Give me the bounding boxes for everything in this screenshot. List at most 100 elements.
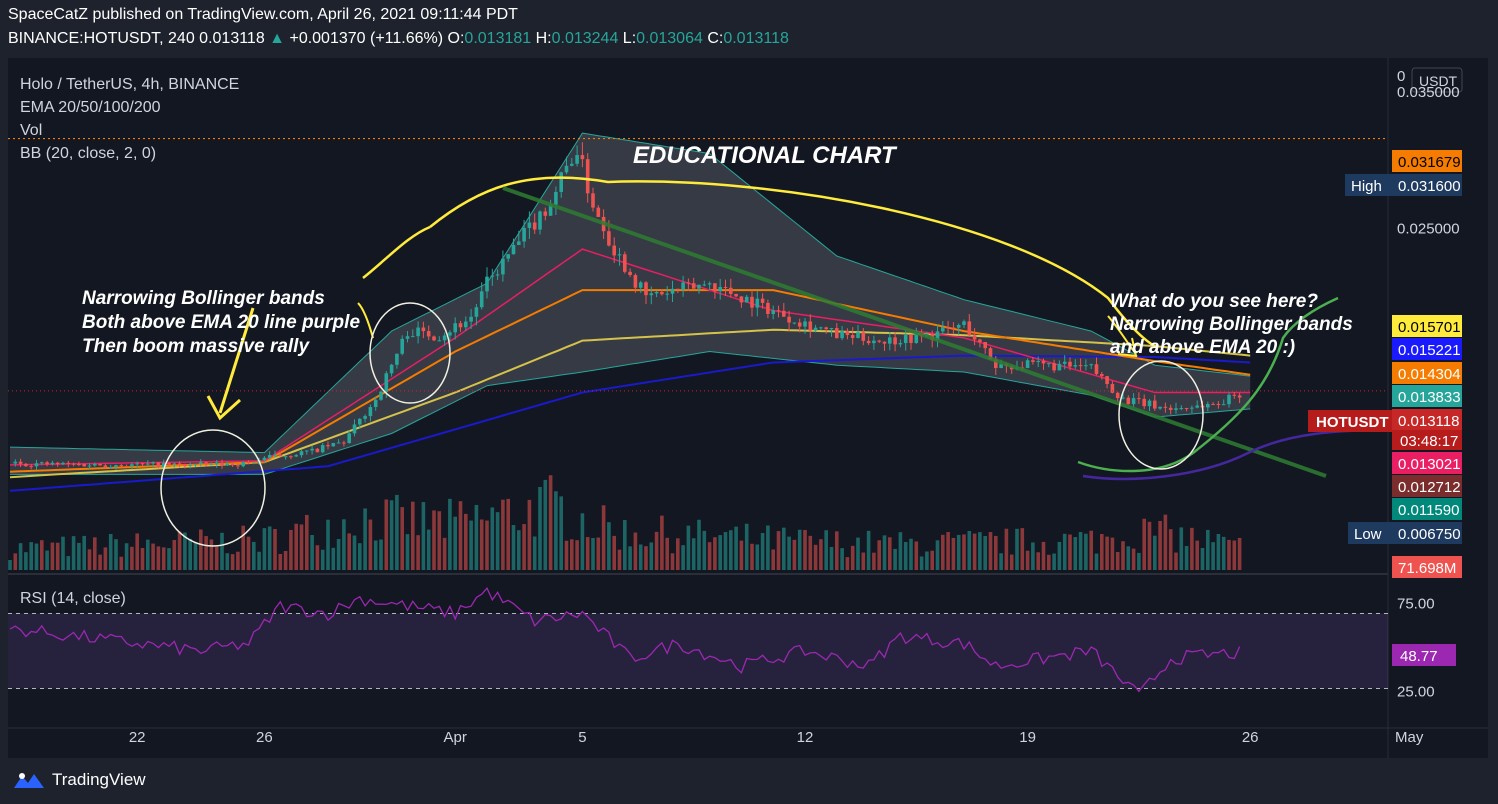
candle-body [835, 328, 839, 339]
candle-body [1089, 364, 1093, 366]
candle-body [787, 316, 791, 323]
volume-bar [1062, 533, 1067, 570]
candle-body [511, 244, 516, 255]
candle-body [400, 338, 404, 354]
volume-bar [464, 513, 468, 570]
volume-bar [1195, 540, 1199, 570]
candle-body [888, 337, 892, 344]
candle-body [220, 462, 224, 466]
candle-body [18, 461, 23, 464]
rsi-upper-tick: 75.00 [1397, 596, 1435, 613]
volume-bar [432, 510, 436, 570]
chart-container[interactable]: EDUCATIONAL CHART Narrowing Bollinger ban… [8, 58, 1488, 758]
volume-bar [994, 535, 998, 570]
candle-body [803, 321, 807, 327]
volume-bar [13, 553, 18, 570]
volume-bar [612, 535, 616, 570]
candle-body [585, 159, 590, 194]
candle-body [1232, 394, 1237, 396]
price-tag-value: 0.013833 [1398, 389, 1461, 406]
candle-body [1227, 394, 1231, 405]
candle-body [1052, 363, 1056, 371]
candle-body [755, 298, 760, 308]
volume-bar [729, 530, 733, 570]
candle-body [1163, 406, 1168, 408]
volume-bar [199, 529, 203, 570]
volume-bar [225, 553, 230, 570]
volume-bar [691, 538, 696, 570]
candle-body [564, 165, 569, 173]
candle-body [278, 454, 283, 457]
volume-bar [156, 546, 161, 570]
volume-bar [342, 519, 346, 570]
volume-bar [373, 540, 378, 570]
candle-body [1237, 395, 1242, 398]
volume-bar [336, 539, 341, 570]
volume-bar [988, 532, 993, 570]
candle-body [686, 282, 691, 284]
candle-body [681, 282, 685, 290]
volume-bar [1078, 532, 1083, 570]
candle-body [336, 442, 341, 444]
candle-body [204, 462, 208, 465]
candle-body [485, 276, 489, 292]
time-tick-label: 26 [1242, 729, 1259, 746]
candle-body [167, 462, 171, 465]
volume-bar [93, 537, 97, 570]
volume-bar [591, 537, 595, 570]
candle-body [1153, 400, 1157, 409]
candle-body [760, 298, 765, 303]
volume-bar [845, 557, 850, 570]
volume-bar [257, 551, 261, 570]
time-tick-label: 26 [256, 729, 273, 746]
candle-body [1206, 403, 1210, 408]
volume-bar [697, 519, 701, 570]
volume-bar [670, 553, 675, 570]
volume-bar [98, 554, 102, 570]
volume-bar [368, 519, 373, 570]
tradingview-logo[interactable]: TradingView [12, 768, 146, 792]
volume-bar [707, 542, 712, 570]
candle-body [909, 335, 913, 343]
candle-body [623, 254, 627, 272]
volume-bar [575, 540, 579, 570]
candle-body [538, 211, 542, 230]
candle-body [638, 282, 643, 288]
candle-body [543, 211, 548, 216]
candle-body [819, 327, 823, 329]
volume-bar [209, 539, 214, 570]
arc-start-line [362, 225, 431, 279]
candle-body [140, 463, 145, 465]
candle-body [93, 463, 97, 466]
candle-body [479, 291, 484, 308]
candle-body [384, 373, 389, 392]
candle-body [707, 283, 712, 285]
volume-bar [82, 535, 86, 570]
volume-bar [548, 475, 553, 570]
candle-body [114, 465, 118, 468]
candle-body [1147, 400, 1152, 407]
symbol-tag-text: HOTUSDT [1316, 414, 1389, 431]
candle-body [82, 464, 86, 467]
candle-body [824, 327, 828, 330]
candle-body [98, 463, 102, 466]
volume-bar [289, 529, 293, 570]
candle-body [1062, 361, 1067, 364]
candle-body [347, 433, 351, 444]
price-chart[interactable]: EDUCATIONAL CHART Narrowing Bollinger ban… [8, 58, 1488, 758]
candle-body [575, 155, 579, 164]
close-value: 0.013118 [723, 30, 789, 47]
volume-bar [861, 552, 866, 570]
candle-body [188, 464, 192, 466]
volume-bar [601, 505, 606, 570]
candle-body [856, 332, 860, 338]
low-tag-label: Low [1354, 526, 1382, 543]
rsi-lower-tick: 25.00 [1397, 684, 1435, 701]
volume-bar [1100, 533, 1104, 570]
volume-bar [448, 498, 452, 570]
volume-bar [517, 530, 521, 570]
candle-body [1105, 376, 1109, 385]
candle-body [941, 327, 945, 332]
volume-bar [262, 528, 267, 570]
candle-body [1031, 360, 1035, 362]
